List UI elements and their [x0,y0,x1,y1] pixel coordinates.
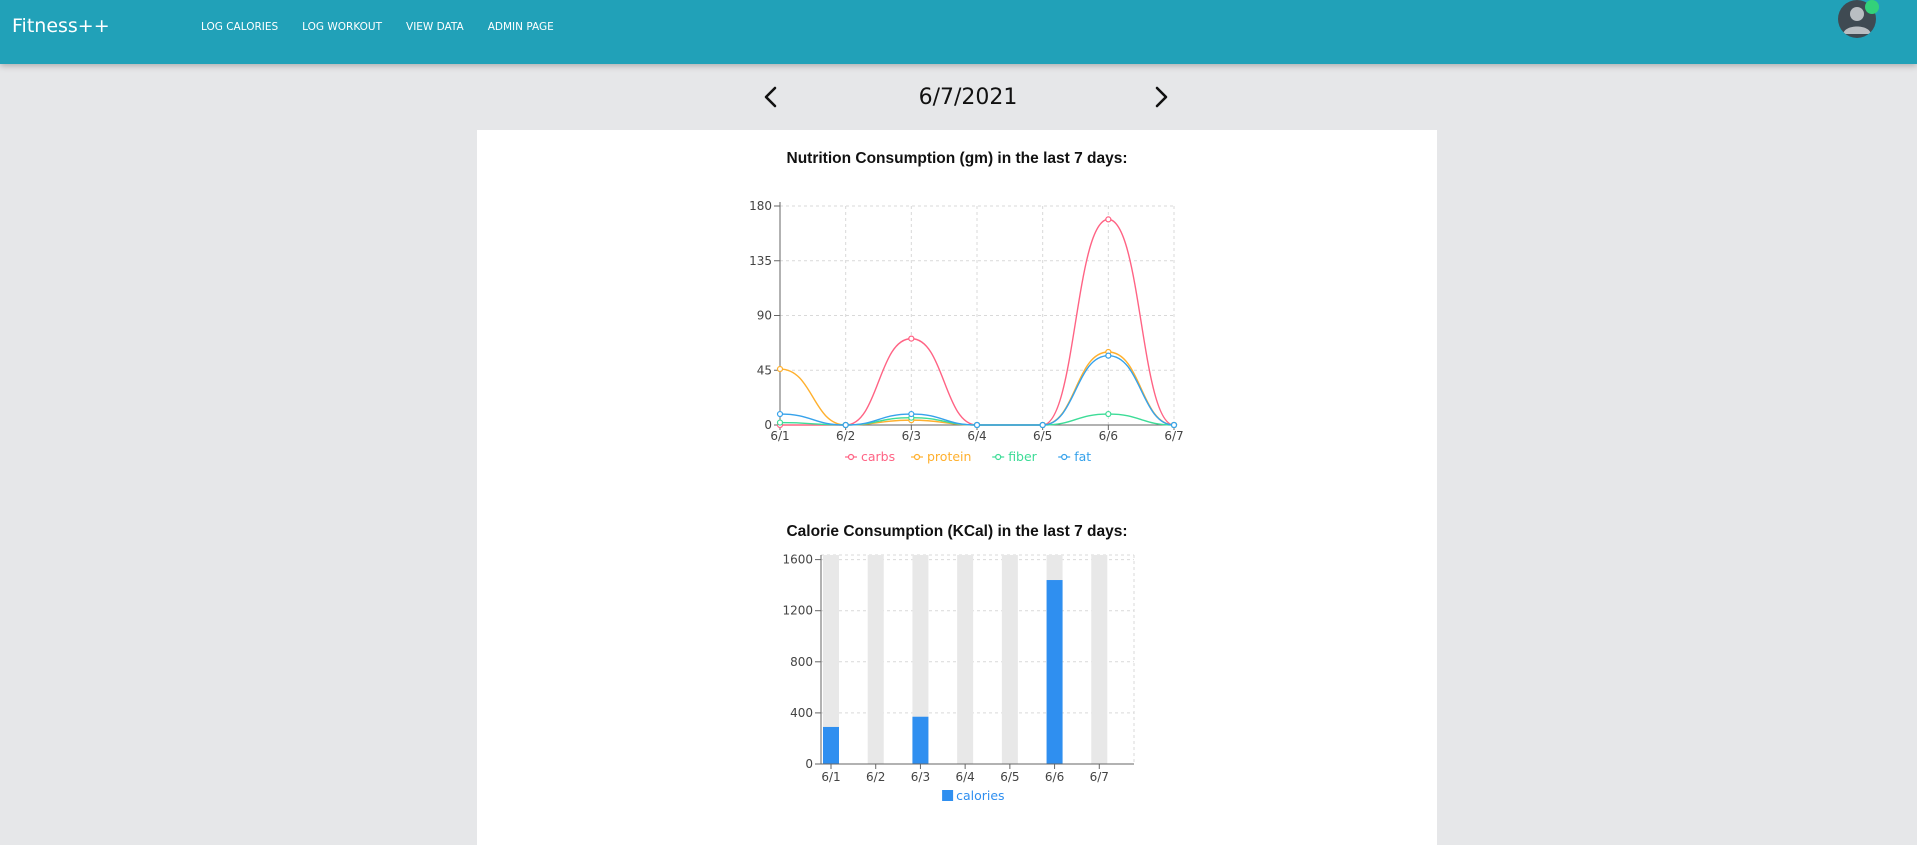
charts-panel: Nutrition Consumption (gm) in the last 7… [477,130,1437,845]
y-tick-label: 1600 [782,553,813,567]
nav-view-data[interactable]: VIEW DATA [406,21,464,33]
legend-label-calories[interactable]: calories [956,788,1004,803]
calorie-bar[interactable] [912,716,929,764]
main-nav: LOG CALORIES LOG WORKOUT VIEW DATA ADMIN… [201,21,578,33]
bar-background [1091,555,1108,764]
calorie-chart-title: Calorie Consumption (KCal) in the last 7… [786,523,1128,540]
y-tick-label: 1200 [782,604,813,618]
x-tick-label: 6/4 [967,429,986,443]
current-date: 6/7/2021 [918,85,1018,110]
data-point-fat[interactable] [908,410,915,418]
chevron-right-icon[interactable] [1150,84,1172,110]
y-tick-label: 90 [757,309,772,323]
y-tick-label: 45 [757,363,772,377]
data-point-fat[interactable] [1170,421,1178,429]
x-tick-label: 6/7 [1090,770,1109,784]
bar-background [867,555,884,764]
data-point-protein[interactable] [776,365,784,373]
calorie-bar[interactable] [1046,580,1063,764]
x-tick-label: 6/7 [1164,429,1183,443]
nav-admin-page[interactable]: ADMIN PAGE [488,21,554,33]
legend-swatch-calories [942,790,954,801]
legend-marker-protein [913,453,921,461]
x-tick-label: 6/2 [836,429,855,443]
nutrition-line-chart: 180135904506/1 6/2 6/3 6/4 6/5 6/6 6/7carbs pro… [749,199,1184,464]
calorie-bar-chart: 1600 1200 800 400 0 6/1 6/2 6/3 6/4 6/5 6/6 6/7 calo… [782,553,1135,803]
nav-log-workout[interactable]: LOG WORKOUT [302,21,382,33]
legend-marker-carbs [847,453,855,461]
date-navigator: 6/7/2021 [0,78,1917,118]
y-tick-label: 135 [749,254,772,268]
nav-log-calories[interactable]: LOG CALORIES [201,21,278,33]
calorie-bar[interactable] [823,726,839,764]
y-tick-label: 400 [790,706,813,720]
legend-label-carbs[interactable]: carbs [861,449,895,464]
chevron-left-icon[interactable] [760,84,782,110]
legend-label-protein[interactable]: protein [927,449,971,464]
y-tick-label: 0 [805,757,813,771]
data-point-fiber[interactable] [1105,410,1112,418]
data-point-fat[interactable] [1105,352,1112,359]
x-tick-label: 6/3 [911,770,930,784]
x-tick-label: 6/2 [866,770,885,784]
x-tick-label: 6/5 [1033,429,1052,443]
bar-background [1001,555,1018,764]
nutrition-chart-title: Nutrition Consumption (gm) in the last 7… [786,150,1128,167]
legend-label-fat[interactable]: fat [1074,449,1091,464]
y-tick-label: 800 [790,655,813,669]
legend-marker-fiber [995,453,1002,461]
x-tick-label: 6/5 [1000,770,1019,784]
x-tick-label: 6/6 [1045,770,1064,784]
data-point-fat[interactable] [973,421,981,429]
x-tick-label: 6/1 [770,429,789,443]
data-point-fat[interactable] [776,410,784,418]
data-point-fat[interactable] [842,421,849,429]
x-tick-label: 6/3 [902,429,921,443]
brand-logo[interactable]: Fitness++ [12,15,110,37]
x-tick-label: 6/4 [955,770,974,784]
legend-marker-fat [1061,453,1068,461]
data-point-carbs[interactable] [1105,216,1112,223]
data-point-fat[interactable] [1039,421,1046,429]
top-navbar: Fitness++ LOG CALORIES LOG WORKOUT VIEW … [0,0,1917,64]
data-point-carbs[interactable] [908,335,915,342]
bar-background [957,555,974,764]
y-tick-label: 180 [749,199,772,213]
data-point-fiber[interactable] [776,419,784,426]
legend-label-fiber[interactable]: fiber [1008,449,1037,464]
x-tick-label: 6/1 [821,770,840,784]
x-tick-label: 6/6 [1099,429,1118,443]
online-status-dot [1865,0,1879,14]
